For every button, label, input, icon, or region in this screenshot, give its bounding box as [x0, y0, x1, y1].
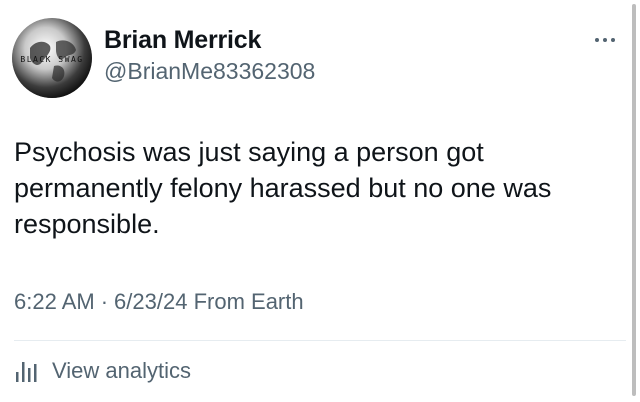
- avatar[interactable]: BLACK SWAG: [12, 18, 92, 98]
- divider: [14, 340, 626, 341]
- meta-separator: ·: [100, 289, 109, 314]
- view-analytics-label: View analytics: [52, 358, 191, 383]
- display-name[interactable]: Brian Merrick: [104, 26, 261, 55]
- scrollbar[interactable]: [632, 4, 636, 396]
- more-options-icon[interactable]: [590, 30, 620, 50]
- user-handle[interactable]: @BrianMe83362308: [104, 58, 315, 85]
- bar-chart-icon: [16, 362, 37, 382]
- tweet-card: BLACK SWAG Brian Merrick @BrianMe8336230…: [0, 0, 640, 402]
- avatar-text: BLACK SWAG: [20, 55, 83, 64]
- tweet-text: Psychosis was just saying a person got p…: [14, 137, 552, 239]
- tweet-metadata: 6:22 AM · 6/23/24 From Earth: [14, 289, 304, 315]
- tweet-source: From Earth: [193, 289, 304, 314]
- tweet-date[interactable]: 6/23/24: [114, 289, 187, 314]
- tweet-time[interactable]: 6:22 AM: [14, 289, 95, 314]
- view-analytics-button[interactable]: View analytics: [14, 356, 191, 386]
- globe-avatar-icon: BLACK SWAG: [12, 18, 92, 98]
